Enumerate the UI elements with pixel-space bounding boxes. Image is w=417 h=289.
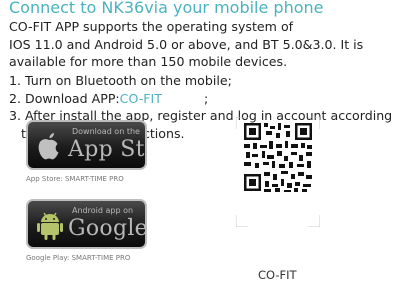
step-download: 2. Download APP:CO-FIT; [9,90,415,108]
qr-matrix [244,123,312,192]
apple-icon [38,133,59,160]
intro-line: CO-FIT APP supports the operating system… [9,19,294,34]
intro-paragraph: CO-FIT APP supports the operating system… [9,18,415,71]
google-play-badge[interactable]: Android app on Google Play [26,199,147,249]
page-title: Connect to NK36via your mobile phone [9,0,324,17]
google-play-caption: Google Play: SMART-TIME PRO [26,254,131,262]
step-download-suffix: ; [203,90,209,106]
google-play-big-text: Google Play [68,216,147,241]
qr-code[interactable] [236,117,320,227]
app-name-link[interactable]: CO-FIT [120,91,162,106]
intro-line: IOS 11.0 and Android 5.0 or above, and B… [9,36,364,52]
app-store-caption: App Store: SMART-TIME PRO [26,175,124,183]
google-play-small-text: Android app on [72,206,134,215]
android-icon [37,212,63,240]
step-download-prefix: 2. Download APP: [9,90,120,106]
step-bluetooth: 1. Turn on Bluetooth on the mobile; [9,73,232,88]
intro-line: available for more than 150 mobile devic… [9,54,288,69]
app-store-big-text: App Store [68,137,145,162]
app-store-small-text: Download on the [72,127,140,136]
qr-code-label: CO-FIT [258,268,297,282]
app-store-badge[interactable]: Download on the App Store [26,120,147,170]
